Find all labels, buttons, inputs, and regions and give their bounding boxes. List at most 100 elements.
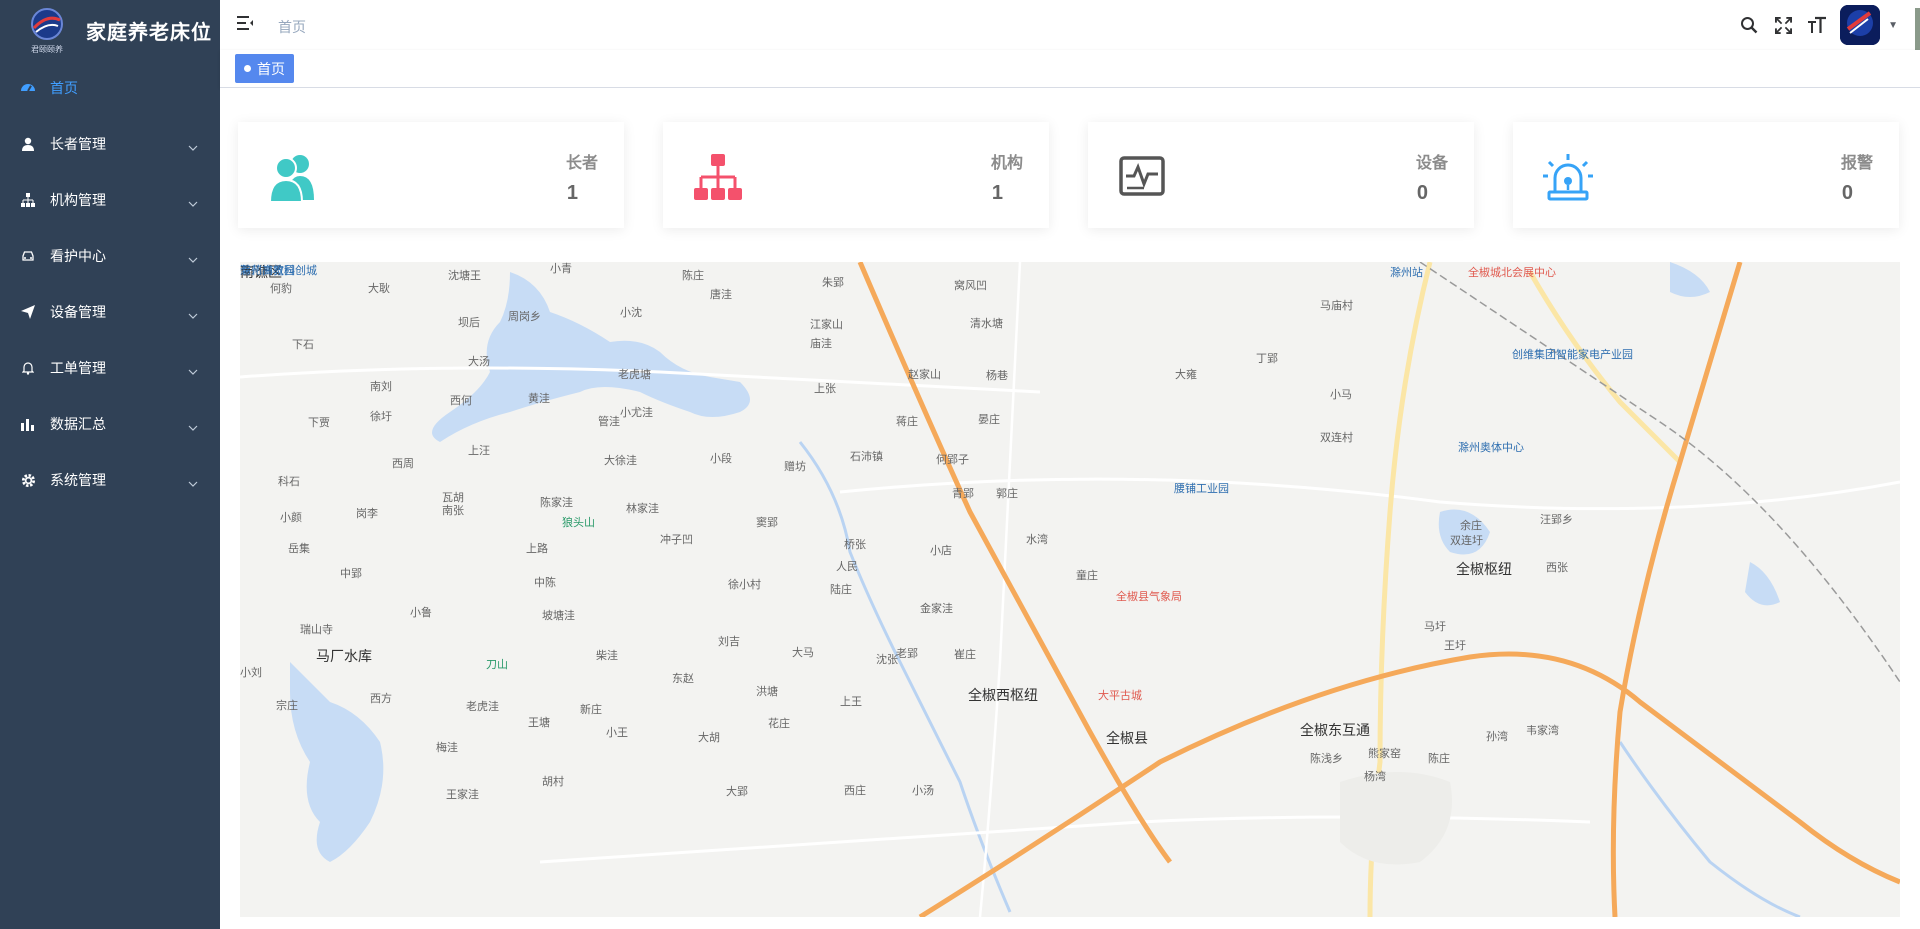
hamburger-icon[interactable] bbox=[237, 15, 253, 36]
map-place-label: 上张 bbox=[814, 383, 836, 395]
sidebar-item-elder-management[interactable]: 长者管理 bbox=[0, 116, 220, 172]
sidebar-item-org-management[interactable]: 机构管理 bbox=[0, 172, 220, 228]
stat-card-alarms[interactable]: 报警 0 bbox=[1513, 122, 1899, 228]
map-place-label: 窦郢 bbox=[756, 517, 778, 529]
sidebar-item-home[interactable]: 首页 bbox=[0, 60, 220, 116]
sidebar-item-work-order[interactable]: 工单管理 bbox=[0, 340, 220, 396]
map-place-label: 江家山 bbox=[810, 319, 843, 331]
map-place-label: 下石 bbox=[292, 339, 314, 351]
map-place-label: 蒋庄 bbox=[896, 416, 918, 428]
tags-view: 首页 bbox=[220, 50, 1920, 88]
map-place-label: 大马 bbox=[792, 647, 814, 659]
map-place-label: 熊家窑 bbox=[1368, 748, 1401, 760]
map-place-label: 桥张 bbox=[844, 539, 866, 551]
map-place-label: 小店 bbox=[930, 545, 952, 557]
map-place-label: 西方 bbox=[370, 693, 392, 705]
map-place-label: 大徐洼 bbox=[604, 455, 637, 467]
map-place-label: 宗庄 bbox=[276, 700, 298, 712]
map-place-label: 岳集 bbox=[288, 543, 310, 555]
map-place-label: 石沛镇 bbox=[850, 451, 883, 463]
map-place-label: 老虎洼 bbox=[466, 701, 499, 713]
map-place-label: 清水塘 bbox=[970, 318, 1003, 330]
map-place-label: 南张 bbox=[442, 505, 464, 517]
map-place-label: 大耿 bbox=[368, 283, 390, 295]
tag-home[interactable]: 首页 bbox=[235, 54, 294, 83]
dashboard-icon bbox=[20, 80, 36, 96]
map-place-label: 西周 bbox=[392, 458, 414, 470]
stat-value: 1 bbox=[991, 182, 1003, 204]
map-place-label: 滁州站 bbox=[1390, 267, 1423, 279]
chevron-down-icon bbox=[188, 474, 198, 490]
map-place-label: 小王 bbox=[606, 727, 628, 739]
map-place-label: 花庄 bbox=[768, 718, 790, 730]
map-place-label: 人民 bbox=[836, 561, 858, 573]
logo-icon: 君颐颐养 bbox=[22, 6, 72, 54]
bar-chart-icon bbox=[20, 416, 36, 432]
map-place-label: 柴洼 bbox=[596, 650, 618, 662]
stat-value: 0 bbox=[1841, 182, 1853, 204]
avatar[interactable] bbox=[1840, 5, 1881, 45]
map-place-label: 双连村 bbox=[1320, 432, 1353, 444]
sidebar-item-device-management[interactable]: 设备管理 bbox=[0, 284, 220, 340]
map-place-label: 徐圩 bbox=[370, 411, 392, 423]
map-place-label: 科石 bbox=[278, 476, 300, 488]
map-place-label: 坝后 bbox=[458, 317, 480, 329]
map-place-label: 金家洼 bbox=[920, 603, 953, 615]
search-icon[interactable] bbox=[1732, 0, 1766, 50]
stat-label: 报警 bbox=[1840, 155, 1873, 172]
gear-icon bbox=[20, 472, 36, 488]
map-place-label: 陈庄 bbox=[682, 270, 704, 282]
map-place-label: 滁州奥体中心 bbox=[1458, 442, 1524, 454]
chevron-down-icon bbox=[188, 250, 198, 266]
map-place-label: 王塘 bbox=[528, 717, 550, 729]
map-place-label: 刘吉 bbox=[718, 636, 740, 648]
sidebar-item-data-summary[interactable]: 数据汇总 bbox=[0, 396, 220, 452]
logo-area[interactable]: 君颐颐养 家庭养老床位 bbox=[0, 0, 220, 60]
stat-card-orgs[interactable]: 机构 1 bbox=[663, 122, 1049, 228]
map-place-label: 狼头山 bbox=[562, 517, 595, 529]
map-place-label: 西庄 bbox=[844, 785, 866, 797]
alarm-icon bbox=[1541, 150, 1595, 204]
map-place-label: 坡塘洼 bbox=[542, 610, 575, 622]
sidebar-item-system-management[interactable]: 系统管理 bbox=[0, 452, 220, 508]
sidebar-item-care-center[interactable]: 看护中心 bbox=[0, 228, 220, 284]
map-place-label: 黄洼 bbox=[528, 393, 550, 405]
sidebar-item-label: 工单管理 bbox=[50, 360, 106, 376]
map-place-label: 瑞山寺 bbox=[300, 624, 333, 636]
map-place-label: 小颜 bbox=[280, 512, 302, 524]
sidebar-item-label: 系统管理 bbox=[50, 472, 106, 488]
map-place-label: 孙湾 bbox=[1486, 731, 1508, 743]
map-place-label: 唐洼 bbox=[710, 289, 732, 301]
logo-caption: 君颐颐养 bbox=[31, 44, 63, 54]
map-place-label: 王圩 bbox=[1444, 640, 1466, 652]
map-place-label: 小沈 bbox=[620, 307, 642, 319]
map-place-label: 老虎塘 bbox=[618, 369, 651, 381]
map-place-label: 大平古城 bbox=[1098, 690, 1142, 702]
map-place-label: 林家洼 bbox=[626, 503, 659, 515]
map-place-label: 余庄 bbox=[1460, 520, 1482, 532]
dashboard-main: 长者 1 机构 1 设备 0 报警 0 何豹 大耿 沈塘王 小青 陈庄 唐洼 朱… bbox=[220, 88, 1920, 929]
map-place-label: 丁郢 bbox=[1256, 353, 1278, 365]
stat-card-elders[interactable]: 长者 1 bbox=[238, 122, 624, 228]
map-place-label: 陈家洼 bbox=[540, 497, 573, 509]
stat-cards: 长者 1 机构 1 设备 0 报警 0 bbox=[238, 122, 1902, 228]
caret-down-icon[interactable]: ▼ bbox=[1888, 20, 1898, 31]
fullscreen-icon[interactable] bbox=[1766, 0, 1800, 50]
sidebar-menu: 首页 长者管理 机构管理 看护中心 设备管理 工单管理 数据汇总 系统管理 bbox=[0, 60, 220, 508]
stat-value: 0 bbox=[1416, 182, 1428, 204]
people-icon bbox=[266, 150, 320, 204]
map-place-label: 陈庄 bbox=[1428, 753, 1450, 765]
stat-card-devices[interactable]: 设备 0 bbox=[1088, 122, 1474, 228]
map-place-label: 何郢子 bbox=[936, 454, 969, 466]
chevron-down-icon bbox=[188, 138, 198, 154]
map-place-label: 陈浅乡 bbox=[1310, 753, 1343, 765]
map-place-label: 小鲁 bbox=[410, 607, 432, 619]
map-place-label: 上汪 bbox=[468, 445, 490, 457]
map-place-label: 王家洼 bbox=[446, 789, 479, 801]
map-place-label: 管洼 bbox=[598, 416, 620, 428]
font-size-icon[interactable] bbox=[1800, 0, 1834, 50]
app-title: 家庭养老床位 bbox=[86, 21, 212, 44]
map-view[interactable]: 何豹 大耿 沈塘王 小青 陈庄 唐洼 朱郢 窝风凹 周岗乡 小沈 江家山 清水塘 下石 坝后 大汤 庙洼 南刘西… bbox=[240, 262, 1900, 917]
map-place-label: 韦家湾 bbox=[1526, 725, 1559, 737]
map-place-label: 滁州高教科创城 bbox=[240, 265, 317, 277]
